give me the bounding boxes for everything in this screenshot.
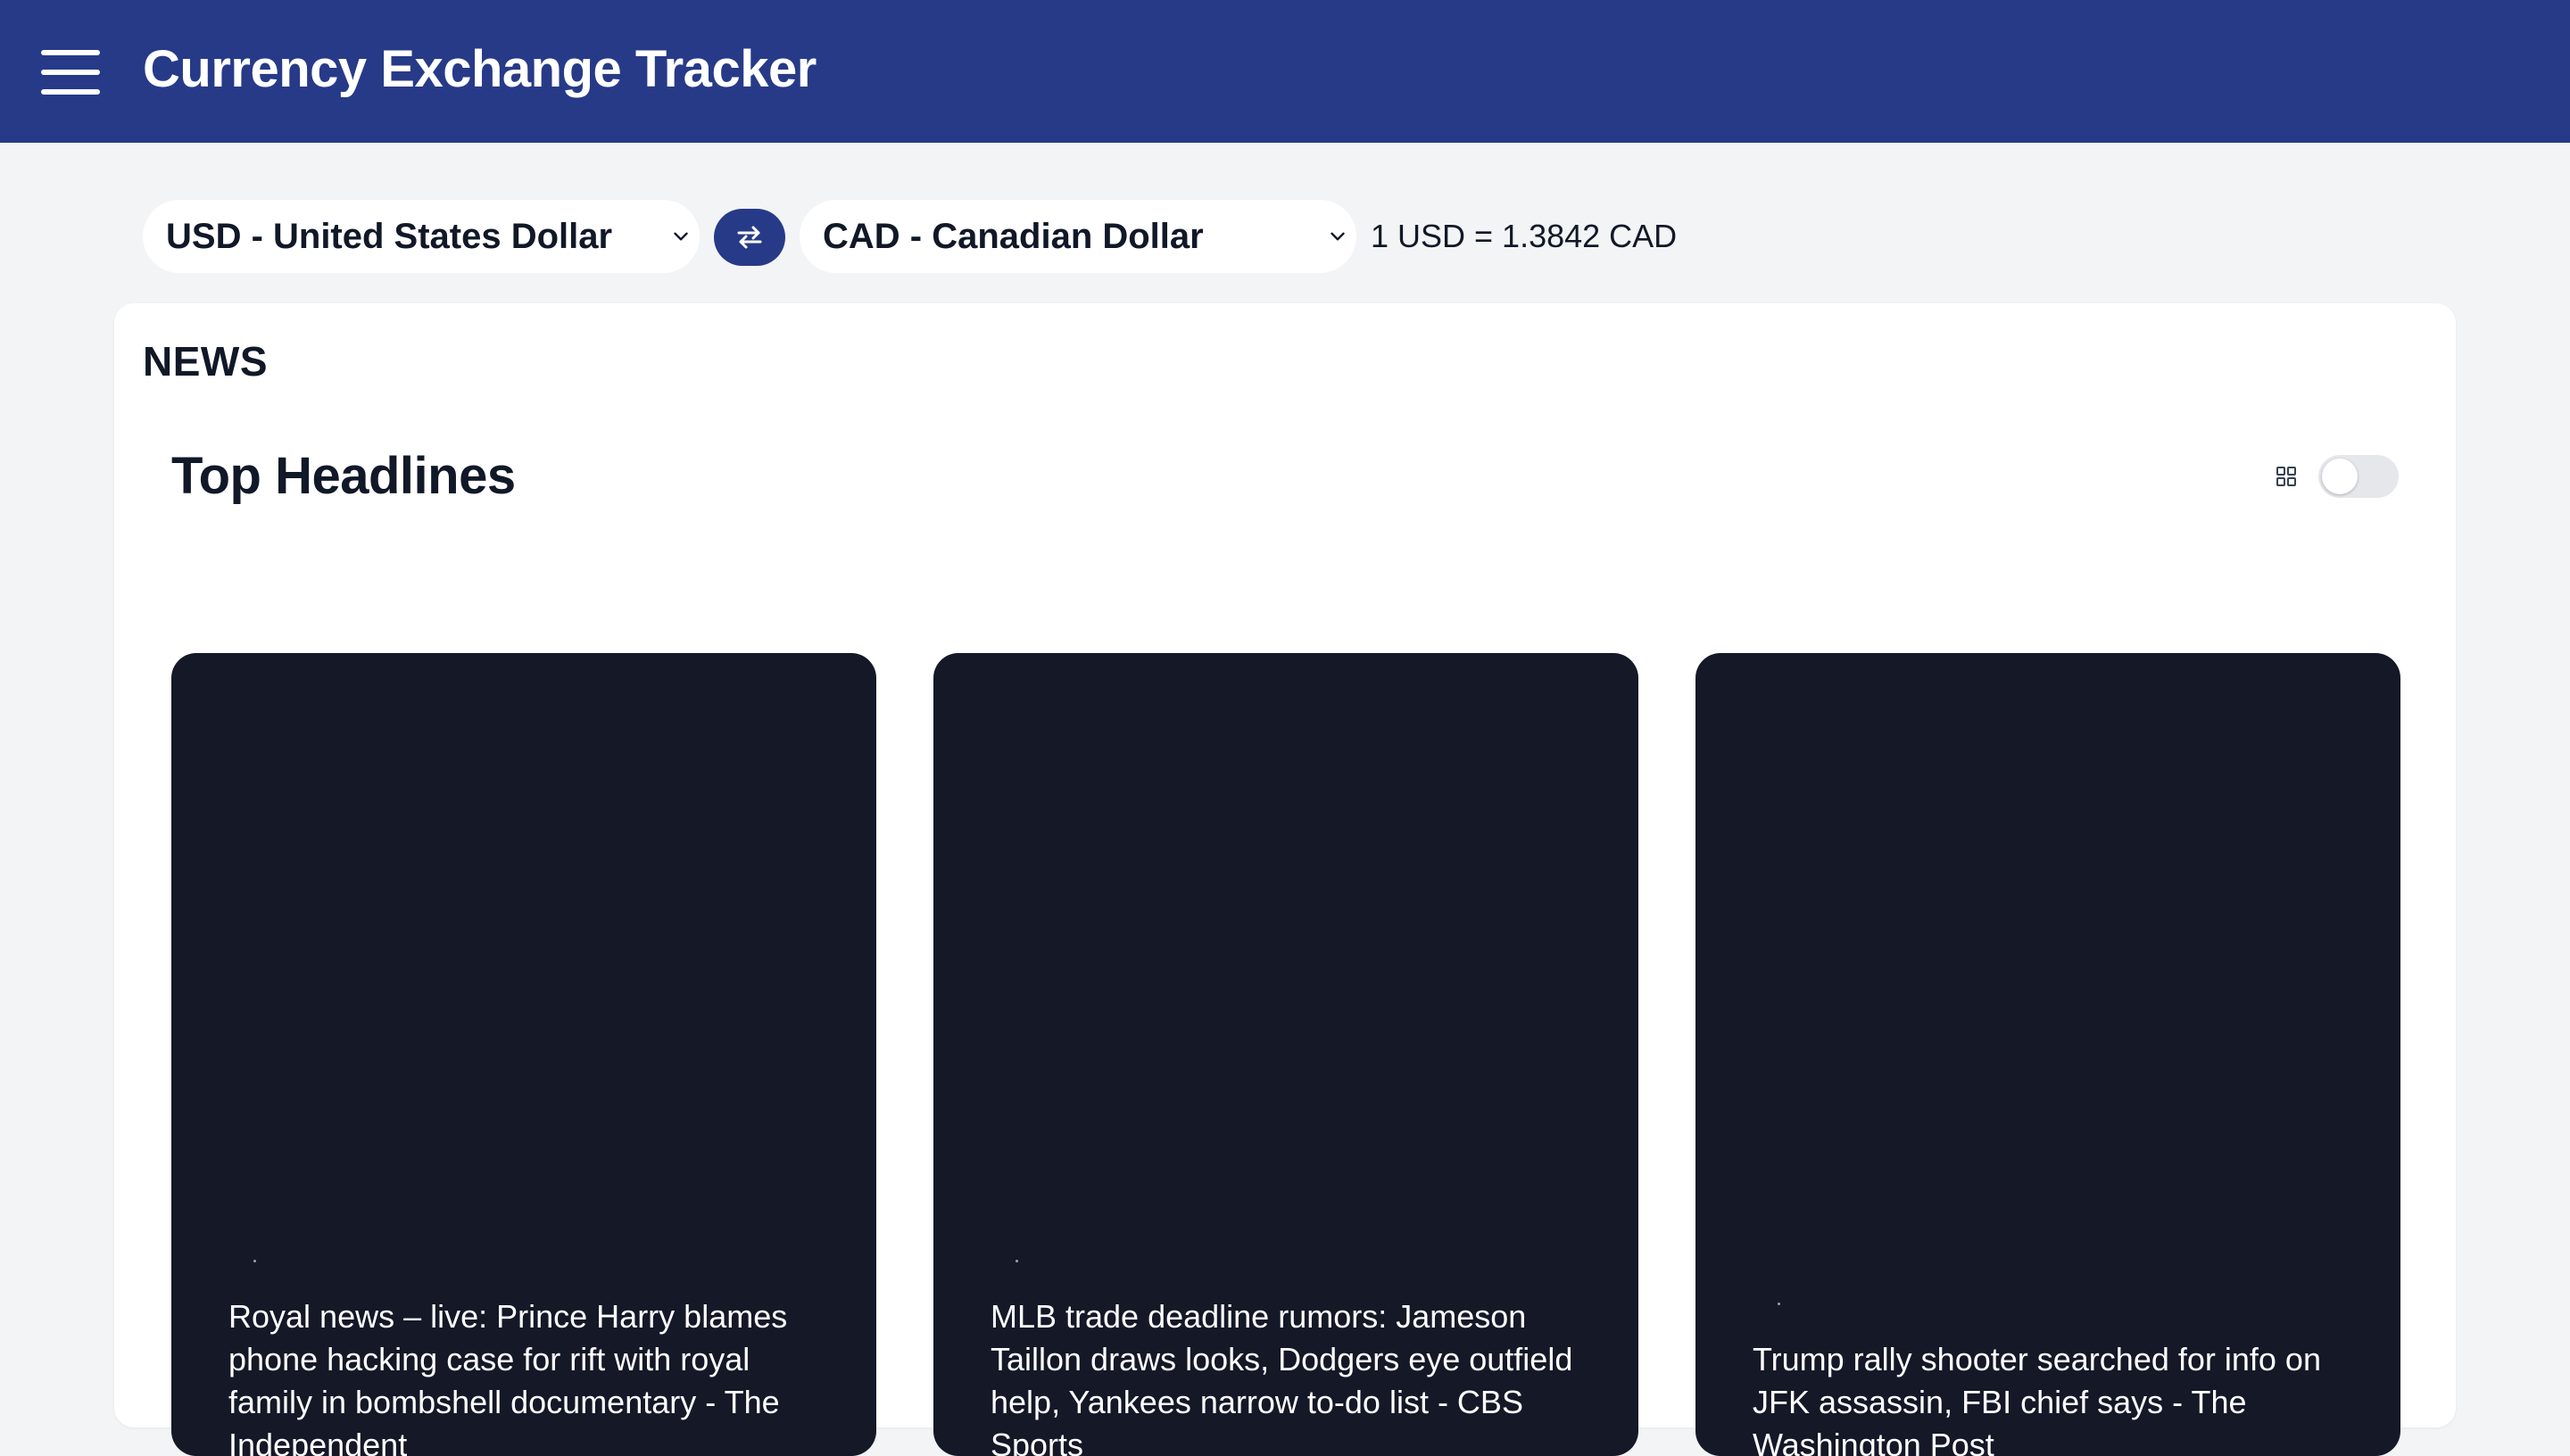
to-currency-select[interactable]: CAD - Canadian Dollar	[800, 200, 1356, 273]
app-title: Currency Exchange Tracker	[143, 40, 817, 98]
toggle-knob	[2322, 459, 2358, 494]
chevron-down-icon	[1331, 232, 1345, 241]
image-placeholder-dot	[253, 1260, 256, 1262]
hamburger-menu-icon[interactable]	[41, 50, 100, 95]
article-headline: MLB trade deadline rumors: Jameson Taill…	[991, 1298, 1573, 1456]
article-card[interactable]: Royal news – live: Prince Harry blames p…	[171, 653, 876, 1456]
app-header: Currency Exchange Tracker	[0, 0, 2570, 143]
to-currency-value: CAD - Canadian Dollar	[823, 216, 1204, 256]
image-placeholder-dot	[1778, 1303, 1780, 1305]
article-headline: Trump rally shooter searched for info on…	[1753, 1341, 2321, 1456]
chevron-down-icon	[674, 232, 688, 241]
article-card[interactable]: Trump rally shooter searched for info on…	[1695, 653, 2400, 1456]
grid-view-toggle[interactable]	[2318, 455, 2399, 498]
exchange-rate-text: 1 USD = 1.3842 CAD	[1371, 218, 1678, 254]
from-currency-select[interactable]: USD - United States Dollar	[143, 200, 700, 273]
image-placeholder-dot	[1016, 1260, 1018, 1262]
top-headlines-heading: Top Headlines	[171, 447, 516, 505]
swap-currencies-button[interactable]	[714, 209, 785, 266]
news-panel: NEWS Top Headlines Royal news – live: Pr…	[114, 303, 2456, 1456]
grid-view-icon	[2276, 467, 2296, 486]
article-headline: Royal news – live: Prince Harry blames p…	[228, 1298, 788, 1456]
news-section-label: NEWS	[143, 338, 268, 385]
article-card[interactable]: MLB trade deadline rumors: Jameson Taill…	[933, 653, 1638, 1456]
swap-arrows-icon	[737, 226, 762, 249]
from-currency-value: USD - United States Dollar	[166, 216, 613, 256]
